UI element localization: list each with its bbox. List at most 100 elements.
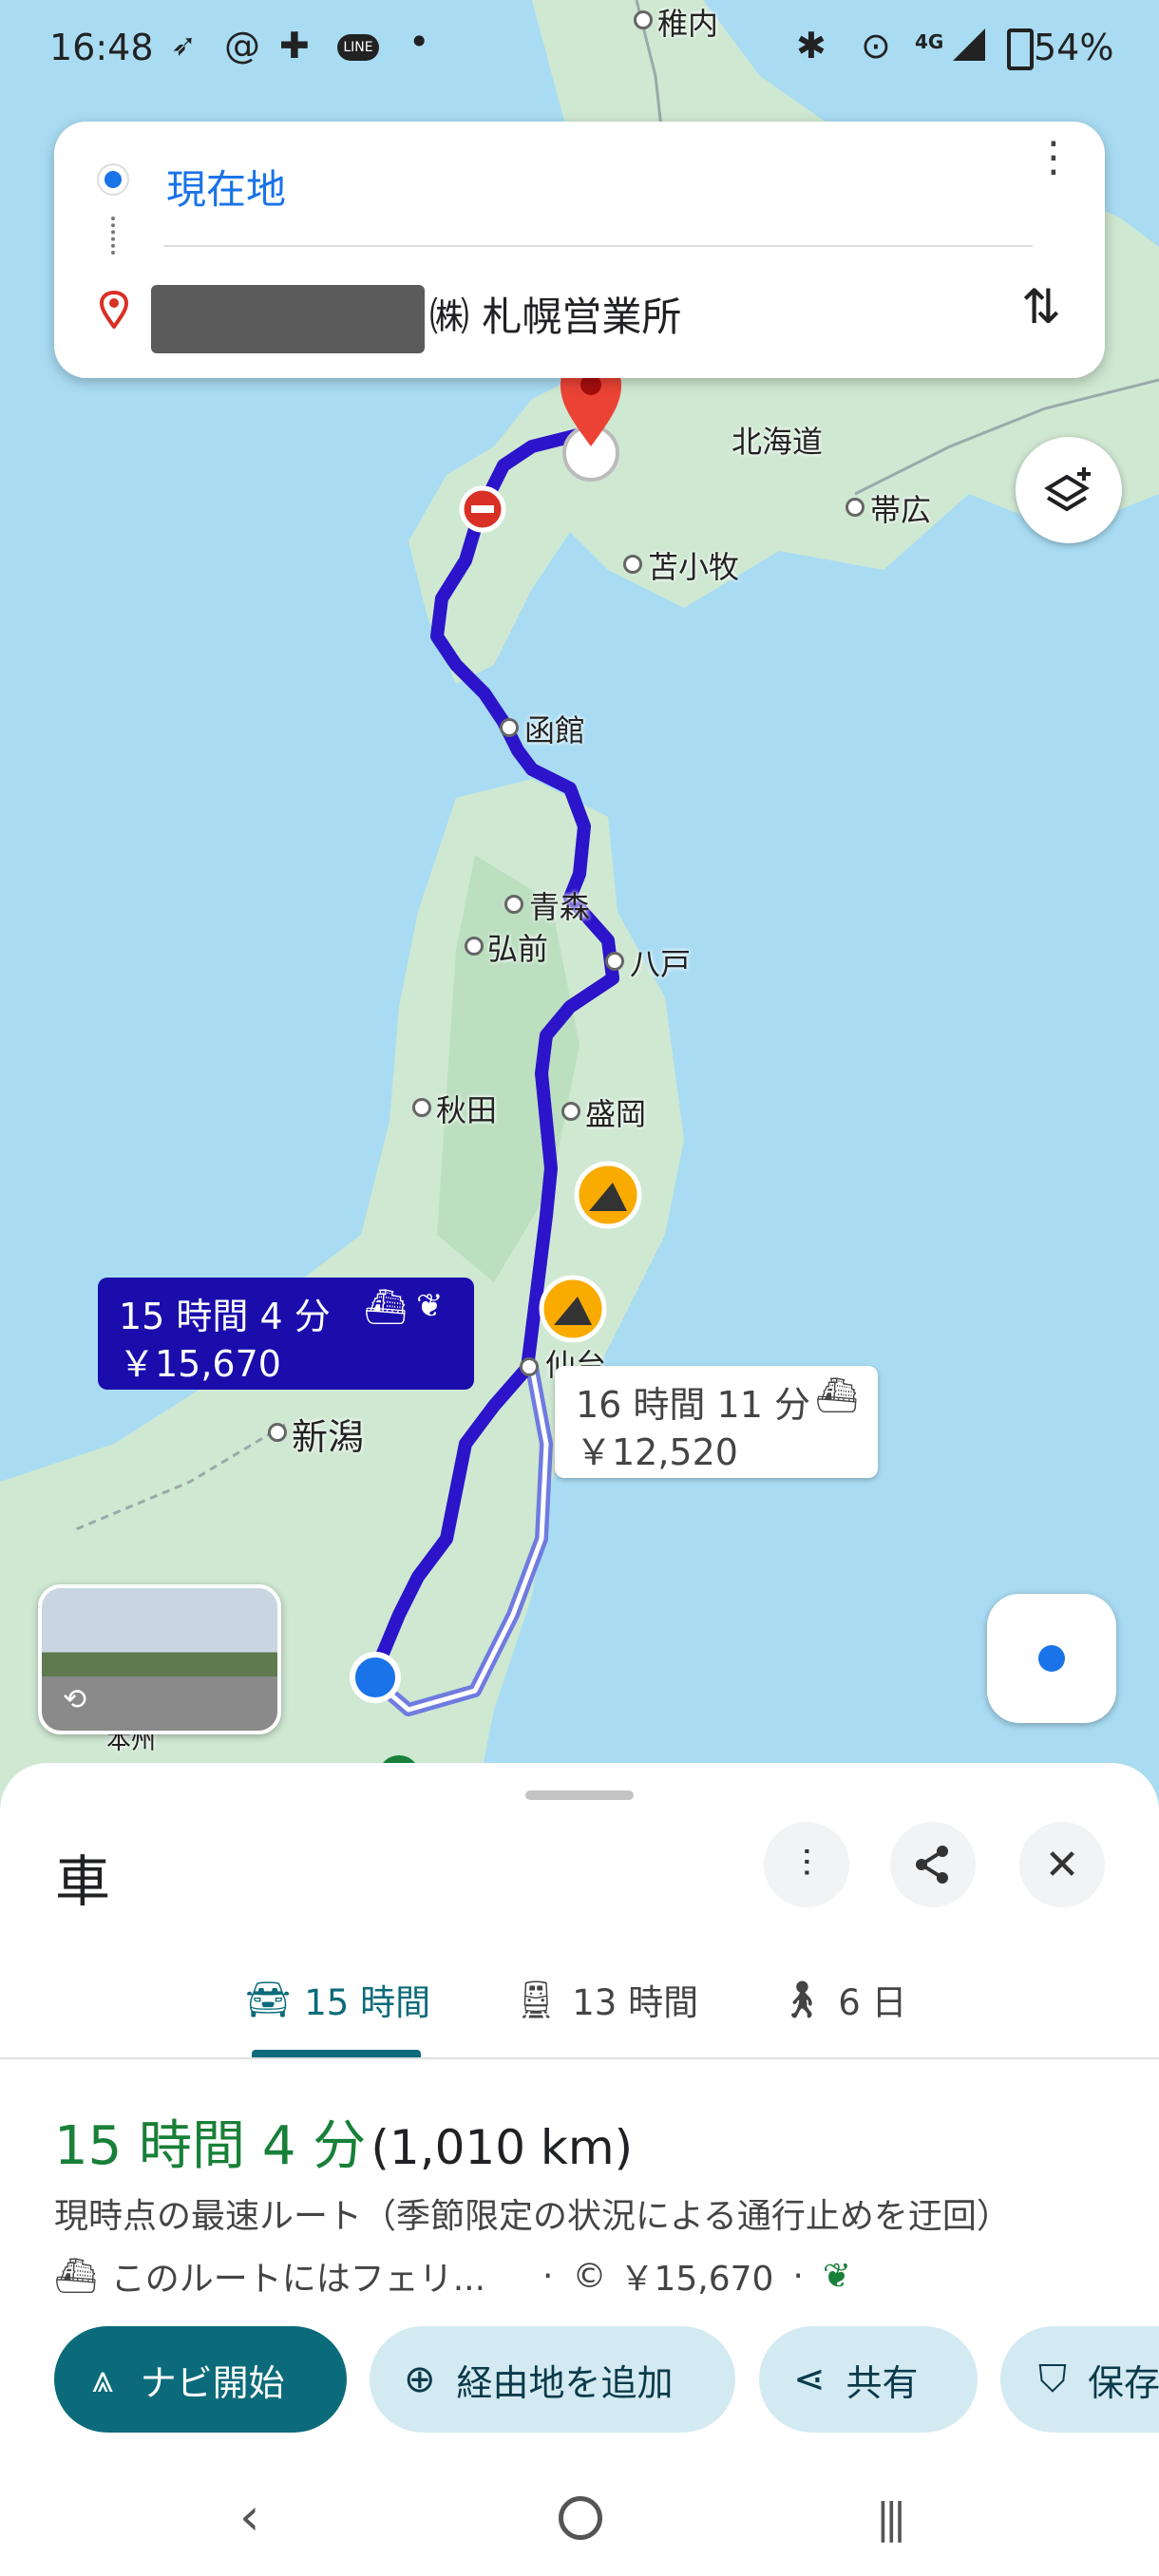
swap-direction-icon[interactable]: ⇅ — [1021, 279, 1061, 334]
callout-duration: 16 時間 11 分 — [576, 1384, 810, 1426]
route-note: 現時点の最速ルート（季節限定の状況による通行止めを迂回） — [54, 2197, 1011, 2236]
ferry-note: このルートにはフェリ... — [110, 2260, 486, 2299]
city-label: 函館 — [524, 712, 586, 748]
tab-label: 6 日 — [838, 1982, 907, 2023]
bookmark-icon: ⛉ — [1038, 2358, 1067, 2401]
route-connector — [111, 217, 119, 255]
battery-percent: 54% — [1034, 27, 1114, 68]
tab-label: 13 時間 — [572, 1982, 699, 2023]
bluetooth-icon: ✱ — [796, 25, 826, 66]
add-location-icon: ⊕ — [404, 2358, 436, 2401]
button-label: 経由地を追加 — [456, 2361, 674, 2404]
route-options-button[interactable]: ⫶ — [764, 1822, 849, 1907]
active-tab-indicator — [252, 2050, 421, 2057]
train-icon: 🚆︎ — [513, 1978, 560, 2020]
more-notifications-icon: • — [408, 21, 430, 63]
tune-icon: ⫶ — [802, 1843, 811, 1886]
share-icon — [916, 1846, 948, 1884]
city-dot — [520, 1357, 539, 1376]
redacted-text — [151, 285, 425, 353]
route-summary[interactable]: 15 時間 4 分 (1,010 km) — [54, 2103, 633, 2180]
my-location-icon — [1038, 1645, 1065, 1672]
more-options-icon[interactable]: ⋮ — [1033, 137, 1074, 179]
city-label: 八戸 — [630, 946, 692, 982]
eco-leaf-icon: ❦ — [822, 2256, 852, 2296]
separator-dot: · — [792, 2256, 804, 2296]
destination-field[interactable]: ㈱ 札幌営業所 — [429, 285, 681, 343]
home-nav-icon[interactable] — [559, 2496, 602, 2540]
add-stop-button[interactable]: ⊕ 経由地を追加 — [370, 2326, 735, 2433]
ferry-icon: ⛴ — [815, 1376, 859, 1415]
construction-icon — [539, 1275, 607, 1343]
close-button[interactable]: ✕ — [1019, 1822, 1105, 1907]
my-location-button[interactable] — [987, 1594, 1116, 1723]
navigation-arrow-icon: ⩓ — [92, 2358, 114, 2401]
route-duration: 15 時間 4 分 — [54, 2115, 367, 2177]
rotate-360-icon: ⟲ — [63, 1683, 87, 1716]
directions-card: 現在地 ㈱ 札幌営業所 ⋮ ⇅ — [54, 122, 1105, 378]
car-icon: 🚘︎ — [245, 1978, 292, 2020]
city-label: 北海道 — [732, 424, 824, 460]
walk-icon: 🚶︎ — [779, 1978, 826, 2020]
share-route-button[interactable] — [890, 1822, 976, 1907]
recents-nav-icon[interactable]: ||| — [876, 2494, 907, 2543]
button-label: ナビ開始 — [140, 2361, 285, 2404]
close-icon: ✕ — [1044, 1840, 1080, 1889]
city-label: 苫小牧 — [648, 549, 740, 585]
street-view-thumbnail[interactable]: ⟲ — [38, 1584, 281, 1734]
button-label: 保存 — [1088, 2361, 1159, 2404]
callout-price: ￥12,520 — [576, 1431, 738, 1473]
city-dot — [500, 718, 519, 737]
status-bar: 16:48 ➶ @ ✚ LINE • ✱ ⊙ 4G 54% — [0, 0, 1159, 95]
city-dot — [268, 1423, 287, 1442]
city-dot — [465, 937, 484, 956]
signal-icon — [953, 28, 985, 61]
leaf-icon: ❦ — [416, 1287, 444, 1325]
status-time: 16:48 — [49, 27, 154, 68]
travel-mode-title: 車 — [55, 1849, 111, 1914]
city-label: 新潟 — [292, 1416, 365, 1458]
current-location-dot — [350, 1652, 401, 1703]
layers-button[interactable] — [1016, 437, 1122, 543]
city-dot — [623, 555, 642, 574]
city-label: 弘前 — [487, 931, 549, 967]
route-distance: (1,010 km) — [370, 2120, 634, 2175]
tab-label: 15 時間 — [304, 1982, 431, 2023]
share-button[interactable]: ⋖ 共有 — [759, 2326, 978, 2433]
ferry-icon: ⛴ — [364, 1288, 408, 1327]
back-nav-icon[interactable]: ‹ — [239, 2487, 260, 2547]
toll-icon: © — [572, 2256, 607, 2296]
start-navigation-button[interactable]: ⩓ ナビ開始 — [54, 2326, 347, 2433]
share-icon: ⋖ — [793, 2358, 826, 2401]
location-status-icon: ⊙ — [861, 25, 891, 66]
tab-drive[interactable]: 🚘︎ 15 時間 — [245, 1974, 430, 2025]
ferry-icon: ⛴ — [54, 2257, 98, 2296]
route-callout-fastest[interactable]: 15 時間 4 分 ⛴ ❦ ￥15,670 — [98, 1278, 474, 1390]
construction-icon — [574, 1161, 642, 1229]
divider — [163, 245, 1033, 247]
button-label: 共有 — [846, 2361, 919, 2404]
threads-icon: @ — [224, 25, 260, 66]
route-callout-alternate[interactable]: 16 時間 11 分 ⛴ ￥12,520 — [555, 1366, 878, 1478]
callout-duration: 15 時間 4 分 — [119, 1296, 331, 1337]
line-app-icon: LINE — [337, 34, 379, 61]
tab-transit[interactable]: 🚆︎ 13 時間 — [513, 1974, 698, 2025]
battery-icon — [1007, 28, 1034, 70]
city-label: 盛岡 — [585, 1096, 647, 1132]
city-label: 青森 — [529, 889, 591, 925]
drag-handle[interactable] — [525, 1790, 634, 1800]
destination-marker-icon — [100, 291, 128, 329]
city-dot — [504, 895, 523, 914]
directions-sheet: 車 ⫶ ✕ 🚘︎ 15 時間 🚆︎ 13 時間 🚶︎ 6 日 15 時間 4 分… — [0, 1763, 1159, 2576]
tab-walk[interactable]: 🚶︎ 6 日 — [779, 1974, 907, 2025]
callout-price: ￥15,670 — [119, 1343, 281, 1385]
save-button[interactable]: ⛉ 保存 — [1000, 2326, 1159, 2433]
layers-icon — [1044, 467, 1091, 512]
city-dot — [561, 1102, 580, 1121]
rocket-icon: ➶ — [171, 27, 197, 63]
origin-field[interactable]: 現在地 — [166, 158, 286, 216]
origin-dot-icon — [104, 171, 122, 188]
divider — [0, 2057, 1159, 2059]
city-dot — [846, 498, 864, 517]
city-label: 帯広 — [870, 492, 932, 528]
